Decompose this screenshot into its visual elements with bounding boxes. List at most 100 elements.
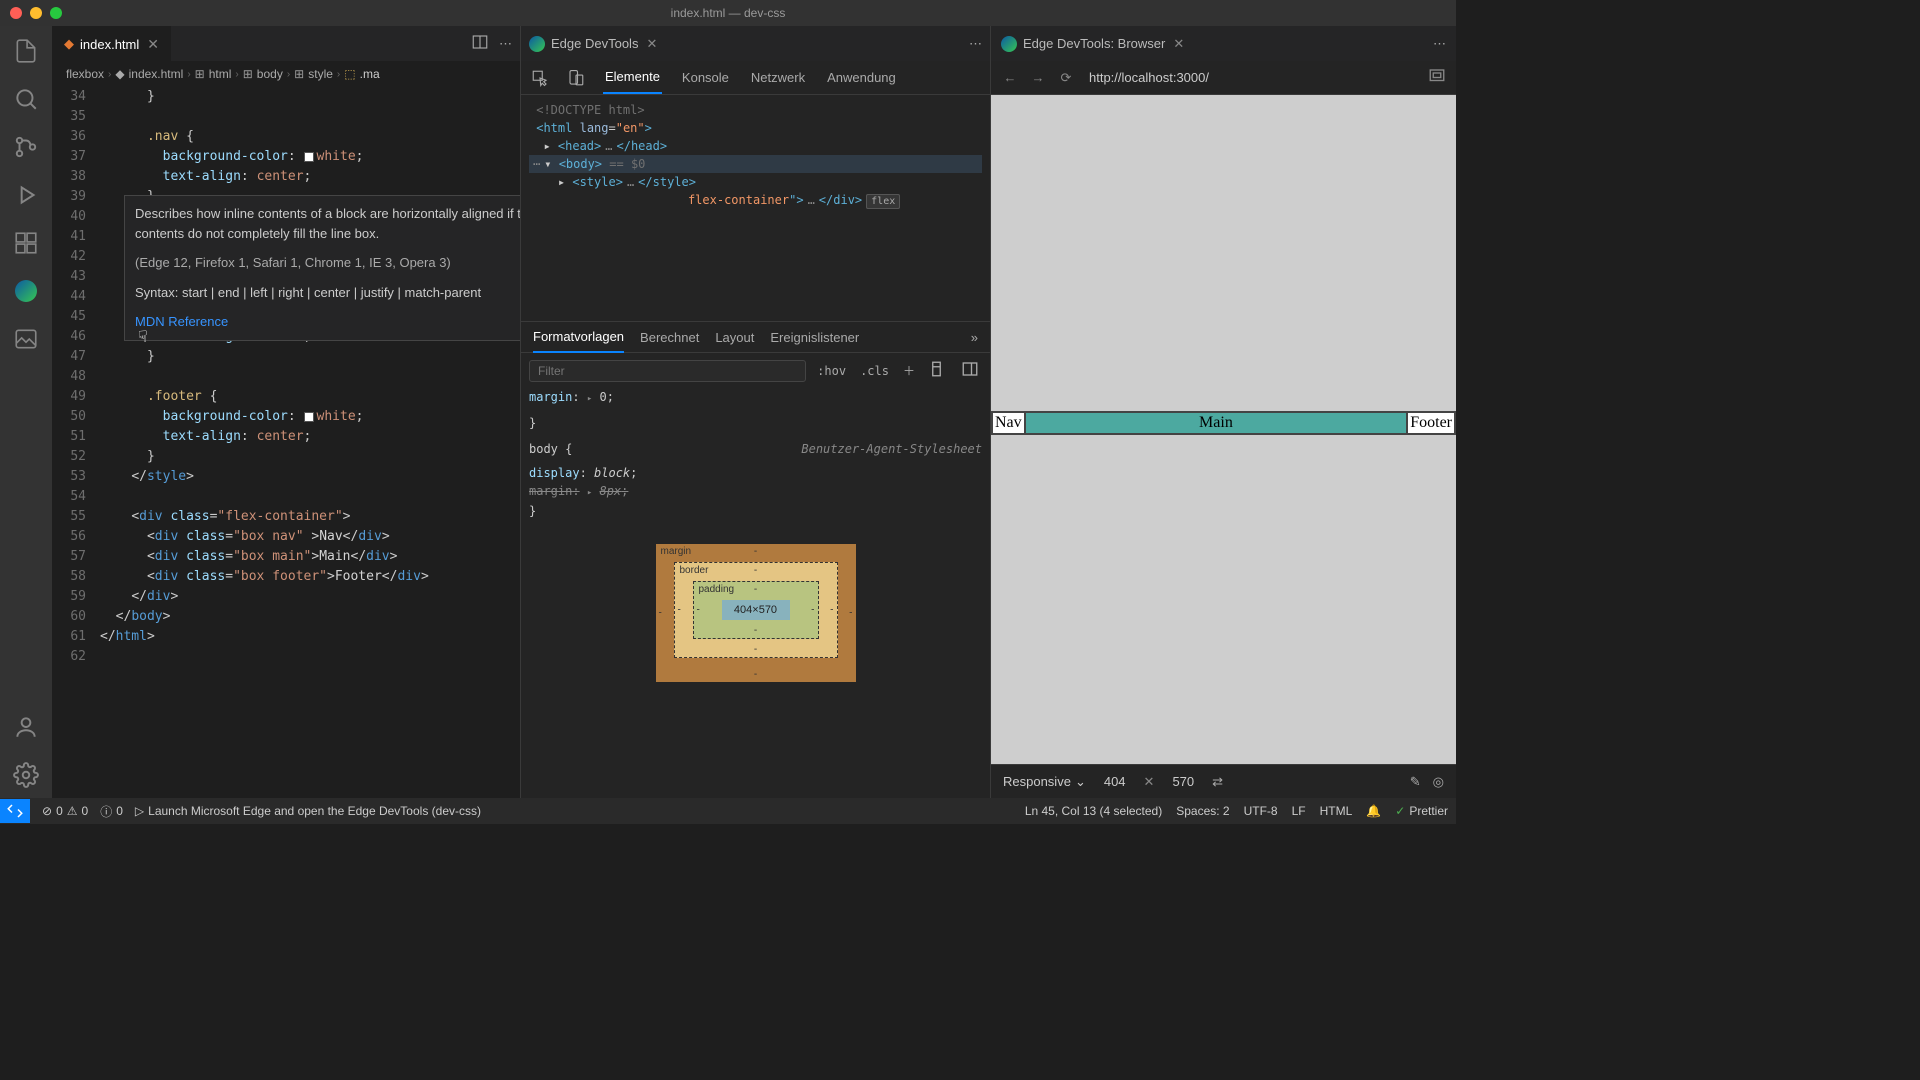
dom-tree[interactable]: <!DOCTYPE html> <html lang="en"> ▸ <head… [521,95,990,321]
account-icon[interactable] [13,714,39,740]
encoding[interactable]: UTF-8 [1244,804,1278,818]
search-icon[interactable] [13,86,39,112]
hover-tooltip: Describes how inline contents of a block… [124,195,520,341]
hov-toggle[interactable]: :hov [814,363,849,379]
tab-label: index.html [80,37,139,52]
rendered-page: Nav Main Footer [991,411,1456,435]
browser-preview: Edge DevTools: Browser ✕ ⋯ ← → ⟳ http://… [990,26,1456,798]
preview-navbar: ← → ⟳ http://localhost:3000/ [991,61,1456,95]
rotate-icon[interactable]: ⇄ [1212,774,1223,790]
close-icon[interactable]: ✕ [1173,36,1184,52]
code-content[interactable]: } .nav { background-color: white; text-a… [100,87,520,798]
devtools-panel: Edge DevTools ✕ ⋯ Elemente Konsole Netzw… [520,26,990,798]
tab-edge-devtools[interactable]: Edge DevTools ✕ [529,36,657,52]
edge-icon [1001,36,1017,52]
more-icon[interactable]: ⋯ [499,36,512,52]
styles-sub-tabs: Formatvorlagen Berechnet Layout Ereignis… [521,321,990,353]
back-icon[interactable]: ← [1001,70,1019,85]
styles-rules[interactable]: margin: ▸ 0; } Benutzer-Agent-Stylesheet… [521,388,990,528]
styles-toolbar: :hov .cls ＋ [521,353,990,388]
forward-icon[interactable]: → [1029,70,1047,85]
tab-application[interactable]: Anwendung [825,62,898,93]
cls-toggle[interactable]: .cls [857,363,892,379]
preview-tab-bar: Edge DevTools: Browser ✕ ⋯ [991,26,1456,61]
settings-gear-icon[interactable] [13,762,39,788]
hover-syntax: Syntax: start | end | left | right | cen… [135,283,520,303]
close-icon[interactable]: ✕ [646,36,657,52]
language-mode[interactable]: HTML [1320,804,1353,818]
close-icon[interactable]: ✕ [147,36,159,53]
address-bar[interactable]: http://localhost:3000/ [1085,68,1418,87]
html-file-icon: ◆ [64,36,74,52]
editor-group: ◆ index.html ✕ ⋯ flexbox› ◆index.html› ⊞… [52,26,520,798]
info-indicator[interactable]: ⓘ 0 [100,803,123,820]
status-bar: ⊘ 0 ⚠ 0 ⓘ 0 ▷ Launch Microsoft Edge and … [0,798,1456,824]
device-emulation-bar: Responsive ⌄ 404 ✕ 570 ⇄ ✎ ◎ [991,764,1456,798]
eol[interactable]: LF [1292,804,1306,818]
remote-indicator[interactable] [0,799,30,823]
window-title: index.html — dev-css [671,6,786,20]
edit-icon[interactable]: ✎ [1410,774,1421,790]
computed-icon[interactable] [926,359,950,382]
tab-computed[interactable]: Berechnet [640,323,699,352]
target-icon[interactable]: ◎ [1433,774,1444,790]
new-style-icon[interactable]: ＋ [900,361,918,380]
errors-indicator[interactable]: ⊘ 0 ⚠ 0 [42,804,88,818]
titlebar: index.html — dev-css [0,0,1456,26]
styles-filter-input[interactable] [529,360,806,382]
hover-compat: (Edge 12, Firefox 1, Safari 1, Chrome 1,… [135,253,520,273]
zoom-icon[interactable] [50,7,62,19]
split-editor-icon[interactable] [471,33,489,54]
inspect-icon[interactable] [531,69,549,87]
activity-bar [0,26,52,798]
tab-layout[interactable]: Layout [715,323,754,352]
chevron-right-icon[interactable]: » [971,330,978,345]
tab-console[interactable]: Konsole [680,62,731,93]
edge-icon [529,36,545,52]
minimize-icon[interactable] [30,7,42,19]
tab-browser[interactable]: Edge DevTools: Browser ✕ [1001,36,1184,52]
screencast-icon[interactable] [1428,67,1446,88]
source-control-icon[interactable] [13,134,39,160]
box-model: margin - - - - border - - - - padding - [521,528,990,692]
line-gutter: 3435363738394041424344454647484950515253… [52,87,100,798]
mdn-reference-link[interactable]: MDN Reference [135,314,228,329]
panel-icon[interactable] [958,359,982,382]
devtools-panel-tabs: Elemente Konsole Netzwerk Anwendung [521,61,990,95]
reload-icon[interactable]: ⟳ [1057,70,1075,86]
code-editor[interactable]: 3435363738394041424344454647484950515253… [52,87,520,798]
bell-icon[interactable]: 🔔 [1366,804,1381,818]
html-file-icon: ◆ [115,67,124,81]
chevron-down-icon: ⌄ [1075,774,1086,790]
launch-edge-button[interactable]: ▷ Launch Microsoft Edge and open the Edg… [135,804,481,818]
preview-nav-box: Nav [992,412,1025,434]
prettier-status[interactable]: ✓ Prettier [1395,804,1448,818]
cursor-position[interactable]: Ln 45, Col 13 (4 selected) [1025,804,1162,818]
devtools-tab-bar: Edge DevTools ✕ ⋯ [521,26,990,61]
preview-main-box: Main [1025,412,1408,434]
tab-styles[interactable]: Formatvorlagen [533,322,624,353]
device-icon[interactable] [567,69,585,87]
viewport-height[interactable]: 570 [1168,774,1198,789]
tab-index-html[interactable]: ◆ index.html ✕ [52,26,171,61]
edge-tools-icon[interactable] [13,278,39,304]
extensions-icon[interactable] [13,230,39,256]
more-icon[interactable]: ⋯ [969,36,982,52]
window-controls [0,7,62,19]
tab-network[interactable]: Netzwerk [749,62,807,93]
explorer-icon[interactable] [13,38,39,64]
image-icon[interactable] [13,326,39,352]
hover-description: Describes how inline contents of a block… [135,204,520,243]
tab-elements[interactable]: Elemente [603,61,662,94]
breadcrumb[interactable]: flexbox› ◆index.html› ⊞html› ⊞body› ⊞sty… [52,61,520,87]
editor-tab-bar: ◆ index.html ✕ ⋯ [52,26,520,61]
preview-viewport[interactable]: Nav Main Footer [991,95,1456,764]
tab-event-listeners[interactable]: Ereignislistener [770,323,859,352]
close-icon[interactable] [10,7,22,19]
viewport-width[interactable]: 404 [1100,774,1130,789]
more-icon[interactable]: ⋯ [1433,36,1446,52]
indentation[interactable]: Spaces: 2 [1176,804,1229,818]
device-dropdown[interactable]: Responsive ⌄ [1003,774,1086,790]
flex-badge[interactable]: flex [866,194,900,209]
run-debug-icon[interactable] [13,182,39,208]
